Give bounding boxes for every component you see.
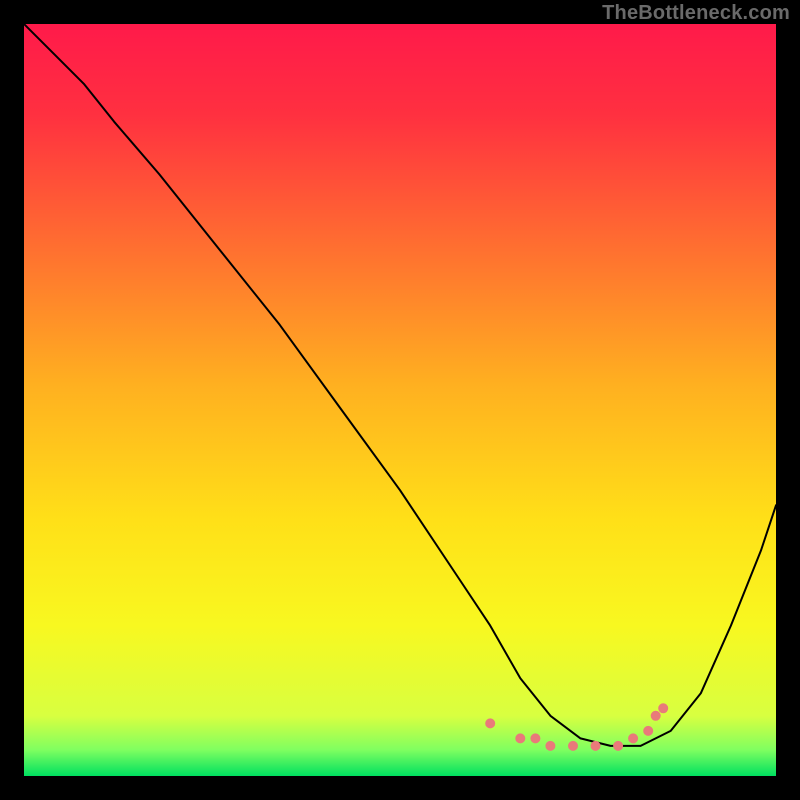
attribution-text: TheBottleneck.com [602,2,790,25]
gradient-background [24,24,776,776]
curve-marker [658,703,668,713]
curve-marker [613,741,623,751]
curve-marker [545,741,555,751]
chart-svg [24,24,776,776]
curve-marker [651,711,661,721]
curve-marker [530,733,540,743]
curve-marker [515,733,525,743]
curve-marker [568,741,578,751]
curve-marker [628,733,638,743]
curve-marker [591,741,601,751]
chart-frame: TheBottleneck.com [0,0,800,800]
curve-marker [643,726,653,736]
curve-marker [485,718,495,728]
